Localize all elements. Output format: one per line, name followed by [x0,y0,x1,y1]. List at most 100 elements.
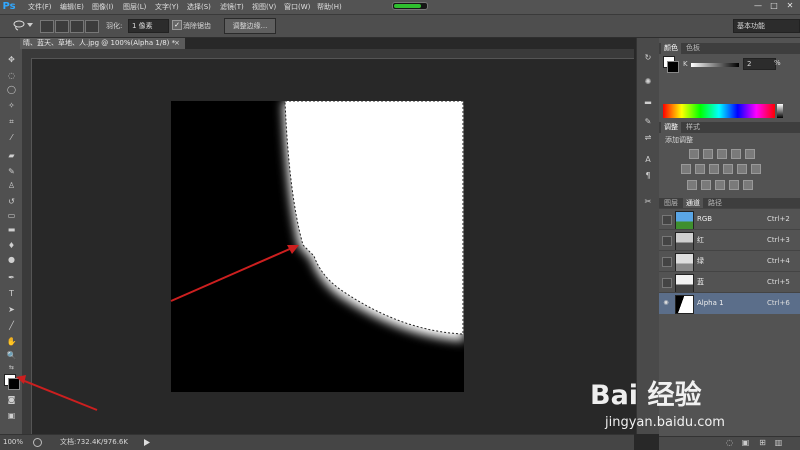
background-color-swatch[interactable] [8,378,20,390]
menu-help[interactable]: 帮助(H) [317,0,342,14]
marquee-tool-icon[interactable]: ◌ [5,70,18,81]
close-window-button[interactable]: ✕ [784,1,796,11]
add-selection-mode-icon[interactable] [55,20,69,33]
swap-colors-icon[interactable]: ⇆ [5,362,18,373]
photo-filter-icon[interactable] [723,164,733,174]
menu-select[interactable]: 选择(S) [187,0,211,14]
zoom-tool-icon[interactable]: 🔍 [5,350,18,361]
quick-select-tool-icon[interactable]: ✧ [5,100,18,111]
k-slider[interactable] [691,63,739,67]
color-spectrum-grayscale[interactable] [777,104,783,118]
zoom-level[interactable]: 100% [3,435,23,450]
tool-preset-chevron-icon[interactable] [27,23,33,28]
save-selection-icon[interactable]: ▣ [741,438,750,447]
vibrance-adjustment-icon[interactable] [745,149,755,159]
menu-type[interactable]: 文字(Y) [155,0,179,14]
history-panel-icon[interactable]: ↻ [642,52,654,63]
eraser-tool-icon[interactable]: ▭ [5,210,18,221]
new-channel-icon[interactable]: ⊞ [758,438,767,447]
character-panel-icon[interactable]: A [642,154,654,165]
document-tab-close-icon[interactable]: × [174,38,182,49]
menu-view[interactable]: 视图(V) [252,0,276,14]
history-brush-tool-icon[interactable]: ↺ [5,196,18,207]
actions-panel-icon[interactable]: ✺ [642,76,654,87]
color-spectrum[interactable] [663,104,775,118]
lasso-tool-icon[interactable] [12,20,26,31]
channel-mixer-icon[interactable] [737,164,747,174]
menu-file[interactable]: 文件(F) [28,0,52,14]
workspace-select[interactable]: 基本功能 [733,19,800,33]
delete-channel-icon[interactable]: ▥ [774,438,783,447]
k-value-input[interactable]: 2 [743,58,776,70]
channel-row-rgb[interactable]: RGB Ctrl+2 [659,208,800,230]
tool-presets-icon[interactable]: ✂ [642,196,654,207]
menu-layer[interactable]: 图层(L) [123,0,146,14]
visibility-toggle[interactable] [662,215,672,225]
minimize-button[interactable]: — [752,1,764,11]
black-white-icon[interactable] [709,164,719,174]
quick-mask-icon[interactable]: ◙ [5,394,18,405]
type-tool-icon[interactable]: T [5,288,18,299]
dodge-tool-icon[interactable]: ● [5,254,18,265]
color-balance-icon[interactable] [695,164,705,174]
line-tool-icon[interactable]: ╱ [5,320,18,331]
channel-row-green[interactable]: 绿 Ctrl+4 [659,250,800,272]
tab-swatches[interactable]: 色板 [683,43,703,54]
tab-adjustments[interactable]: 调整 [661,122,681,133]
threshold-icon[interactable] [715,180,725,190]
eyedropper-tool-icon[interactable]: ⁄ [5,132,18,143]
visibility-toggle[interactable] [662,236,672,246]
antialias-checkbox[interactable]: ✓ [172,20,182,30]
tab-styles[interactable]: 样式 [683,122,703,133]
healing-brush-tool-icon[interactable]: ▰ [5,150,18,161]
channel-row-red[interactable]: 红 Ctrl+3 [659,229,800,251]
eye-icon[interactable]: ◉ [662,299,670,307]
gradient-map-icon[interactable] [729,180,739,190]
status-menu-arrow-icon[interactable] [144,439,150,446]
paragraph-panel-icon[interactable]: ¶ [642,170,654,181]
move-tool-icon[interactable]: ✥ [5,54,18,65]
channel-row-blue[interactable]: 蓝 Ctrl+5 [659,271,800,293]
clone-stamp-tool-icon[interactable]: ♙ [5,180,18,191]
refine-edge-button[interactable]: 调整边缘... [224,18,276,34]
channel-row-alpha-1[interactable]: ◉ Alpha 1 Ctrl+6 [659,292,800,314]
brush-tool-icon[interactable]: ✎ [5,166,18,177]
brush-presets-icon[interactable]: ⇌ [642,132,654,143]
menu-window[interactable]: 窗口(W) [284,0,310,14]
tab-color[interactable]: 颜色 [661,43,681,54]
posterize-icon[interactable] [701,180,711,190]
intersect-selection-mode-icon[interactable] [85,20,99,33]
histogram-panel-icon[interactable]: ▂ [642,94,654,105]
subtract-selection-mode-icon[interactable] [70,20,84,33]
document-tab[interactable]: 晴、蓝天、草地、人.jpg @ 100%(Alpha 1/8) * [20,38,185,49]
document-canvas[interactable] [171,101,464,392]
levels-adjustment-icon[interactable] [703,149,713,159]
color-lookup-icon[interactable] [751,164,761,174]
screen-mode-icon[interactable]: ▣ [5,410,18,421]
menu-filter[interactable]: 滤镜(T) [220,0,244,14]
feather-input[interactable]: 1 像素 [128,19,169,33]
visibility-toggle[interactable] [662,257,672,267]
crop-tool-icon[interactable]: ⌗ [5,116,18,127]
hue-saturation-icon[interactable] [681,164,691,174]
new-selection-mode-icon[interactable] [40,20,54,33]
visibility-toggle[interactable] [662,278,672,288]
hand-tool-icon[interactable]: ✋ [5,336,18,347]
status-info-icon[interactable] [33,438,42,447]
curves-adjustment-icon[interactable] [717,149,727,159]
brush-panel-icon[interactable]: ✎ [642,116,654,127]
blur-tool-icon[interactable]: ♦ [5,240,18,251]
path-selection-tool-icon[interactable]: ➤ [5,304,18,315]
menu-edit[interactable]: 编辑(E) [60,0,84,14]
maximize-button[interactable]: □ [768,1,780,11]
gradient-tool-icon[interactable]: ▬ [5,224,18,235]
menu-image[interactable]: 图像(I) [92,0,114,14]
color-panel-background[interactable] [667,61,679,73]
selective-color-icon[interactable] [743,180,753,190]
load-selection-icon[interactable]: ◌ [725,438,734,447]
brightness-adjustment-icon[interactable] [689,149,699,159]
exposure-adjustment-icon[interactable] [731,149,741,159]
invert-icon[interactable] [687,180,697,190]
pen-tool-icon[interactable]: ✒ [5,272,18,283]
lasso-tool-icon[interactable]: ◯ [5,84,18,95]
